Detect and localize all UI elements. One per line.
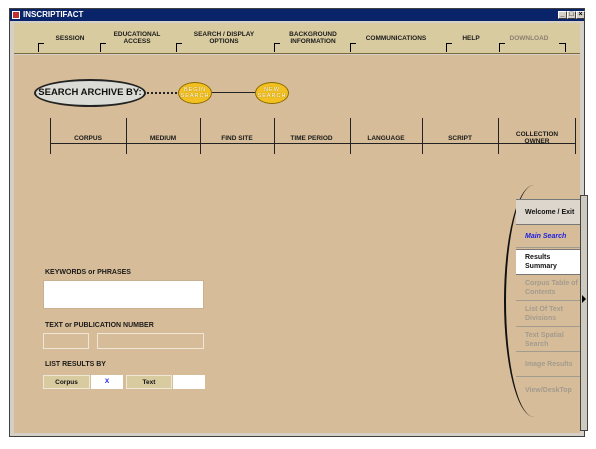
- text-publication-label: TEXT or PUBLICATION NUMBER: [45, 322, 154, 329]
- search-connector-line: [212, 92, 255, 93]
- begin-search-line2: SEARCH: [180, 93, 210, 99]
- side-panel-arrow-icon[interactable]: [582, 295, 586, 303]
- menu-divider: [176, 43, 177, 52]
- side-panel-edge: [580, 195, 588, 431]
- menu-educational-access[interactable]: EDUCATIONAL ACCESS: [108, 23, 166, 53]
- main-content: SEARCH ARCHIVE BY: BEGIN SEARCH NEW SEAR…: [14, 55, 588, 433]
- menu-divider: [446, 43, 447, 52]
- maximize-icon[interactable]: □: [567, 11, 576, 19]
- corpus-radio[interactable]: X: [91, 375, 123, 389]
- menu-search-display-options[interactable]: SEARCH / DISPLAY OPTIONS: [186, 23, 262, 53]
- category-time-period[interactable]: TIME PERIOD: [289, 118, 334, 158]
- menu-communications[interactable]: COMMUNICATIONS: [360, 23, 432, 53]
- menu-download[interactable]: DOWNLOAD: [506, 23, 552, 53]
- corpus-option-label: Corpus: [43, 375, 90, 389]
- menu-divider: [100, 43, 106, 44]
- corpus-toc-button[interactable]: Corpus Table of Contents: [516, 276, 580, 301]
- keywords-label: KEYWORDS or PHRASES: [45, 269, 131, 276]
- view-desktop-button[interactable]: View/DeskTop: [516, 378, 580, 402]
- begin-search-button[interactable]: BEGIN SEARCH: [178, 82, 212, 104]
- category-divider: [575, 118, 576, 154]
- category-medium[interactable]: MEDIUM: [126, 118, 200, 158]
- category-corpus[interactable]: CORPUS: [50, 118, 126, 158]
- app-window: INSCRIPTIFACT _ □ × SESSION EDUCATIONAL …: [9, 8, 588, 437]
- category-collection-owner[interactable]: COLLECTION OWNER: [507, 118, 567, 158]
- menu-divider: [499, 43, 505, 44]
- minimize-icon[interactable]: _: [558, 11, 567, 19]
- menu-help[interactable]: HELP: [456, 23, 486, 53]
- category-language[interactable]: LANGUAGE: [350, 118, 422, 158]
- category-divider: [498, 118, 499, 154]
- category-find-site[interactable]: FIND SITE: [200, 118, 274, 158]
- text-spatial-search-button[interactable]: Text Spatial Search: [516, 328, 580, 352]
- new-search-button[interactable]: NEW SEARCH: [255, 82, 289, 104]
- new-search-line2: SEARCH: [257, 93, 287, 99]
- category-divider: [274, 118, 275, 154]
- app-icon: [12, 11, 20, 19]
- menu-divider: [446, 43, 452, 44]
- main-search-button[interactable]: Main Search: [516, 226, 580, 248]
- text-number-input[interactable]: [43, 333, 89, 349]
- text-option-label: Text: [126, 375, 172, 389]
- search-archive-label: SEARCH ARCHIVE BY:: [34, 79, 146, 107]
- dotted-connector: [147, 92, 177, 94]
- menu-divider: [565, 43, 566, 52]
- menu-divider: [176, 43, 182, 44]
- list-text-divisions-button[interactable]: List Of Text Divisions: [516, 302, 580, 327]
- menu-divider: [499, 43, 500, 52]
- menu-divider: [274, 43, 280, 44]
- text-radio[interactable]: [173, 375, 205, 389]
- keywords-input[interactable]: [43, 280, 204, 309]
- menu-background-information[interactable]: BACKGROUND INFORMATION: [284, 23, 342, 53]
- menu-divider: [350, 43, 356, 44]
- list-results-label: LIST RESULTS BY: [45, 361, 106, 368]
- image-results-button[interactable]: Image Results: [516, 353, 580, 377]
- category-script[interactable]: SCRIPT: [422, 118, 498, 158]
- menu-divider: [274, 43, 275, 52]
- menu-divider: [100, 43, 101, 52]
- welcome-exit-button[interactable]: Welcome / Exit: [516, 199, 580, 225]
- publication-number-input[interactable]: [97, 333, 204, 349]
- close-icon[interactable]: ×: [576, 11, 585, 19]
- menu-divider: [350, 43, 351, 52]
- menu-divider: [38, 43, 39, 52]
- menu-divider: [38, 43, 44, 44]
- title-bar: INSCRIPTIFACT _ □ ×: [10, 9, 585, 21]
- window-title: INSCRIPTIFACT: [23, 10, 84, 19]
- menu-session[interactable]: SESSION: [47, 23, 93, 53]
- results-summary-button[interactable]: Results Summary: [516, 249, 580, 275]
- menu-bar: SESSION EDUCATIONAL ACCESS SEARCH / DISP…: [14, 23, 580, 54]
